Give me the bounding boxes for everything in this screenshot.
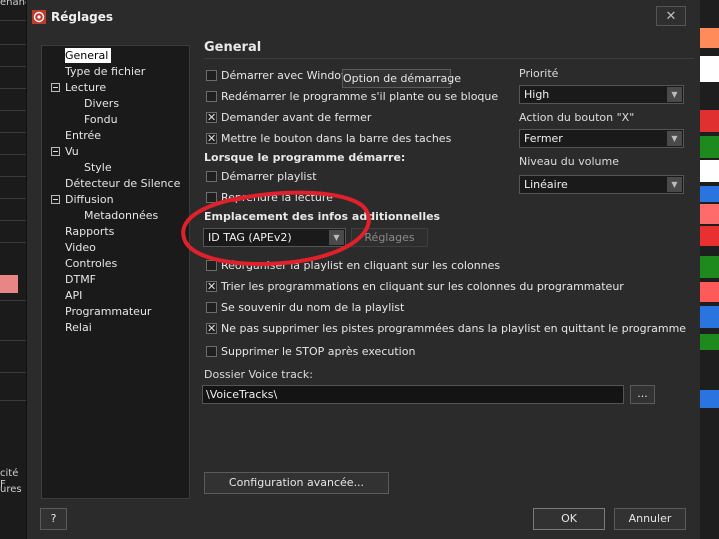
- background-left-panel: enane cité F ures: [0, 0, 31, 539]
- browse-folder-button[interactable]: ...: [630, 385, 655, 404]
- background-color-block: [699, 186, 719, 202]
- collapse-toggle-icon[interactable]: [51, 83, 60, 92]
- priority-value: High: [524, 88, 550, 101]
- background-color-block: [699, 204, 719, 224]
- extra-info-heading: Emplacement des infos additionnelles: [204, 210, 441, 223]
- background-color-block: [699, 110, 719, 132]
- help-button[interactable]: ?: [40, 508, 67, 530]
- background-color-block: [699, 136, 719, 158]
- chevron-down-icon: ▼: [667, 177, 682, 192]
- tree-item-programmateur[interactable]: Programmateur: [65, 304, 151, 319]
- keep-programmed-tracks-checkbox[interactable]: ✕: [206, 323, 217, 334]
- background-color-block: [699, 256, 719, 278]
- dialog-title: Réglages: [51, 10, 114, 24]
- tree-item-style[interactable]: Style: [84, 160, 112, 175]
- remember-playlist-label: Se souvenir du nom de la playlist: [221, 301, 405, 314]
- tree-item-fondu[interactable]: Fondu: [84, 112, 118, 127]
- background-color-block: [699, 390, 719, 408]
- priority-select[interactable]: High ▼: [519, 85, 684, 104]
- advanced-config-button[interactable]: Configuration avancée...: [204, 472, 389, 494]
- start-playlist-label: Démarrer playlist: [221, 170, 317, 183]
- background-color-block: [699, 0, 719, 28]
- background-color-block: [699, 160, 719, 182]
- background-color-block: [699, 226, 719, 246]
- tree-item-divers[interactable]: Divers: [84, 96, 119, 111]
- extra-info-location-value: ID TAG (APEv2): [208, 231, 292, 244]
- tree-item-vu[interactable]: Vu: [65, 144, 79, 159]
- reorganize-playlist-label: Réorganiser la playlist en cliquant sur …: [221, 259, 501, 272]
- voice-track-folder-label: Dossier Voice track:: [204, 368, 313, 381]
- resume-playback-checkbox[interactable]: [206, 192, 217, 203]
- settings-navigation-tree: General Type de fichier Lecture Divers F…: [41, 45, 190, 499]
- collapse-toggle-icon[interactable]: [51, 147, 60, 156]
- ask-before-close-checkbox[interactable]: ✕: [206, 112, 217, 123]
- tree-item-detecteur-de-silence[interactable]: Détecteur de Silence: [65, 176, 180, 191]
- start-playlist-checkbox[interactable]: [206, 171, 217, 182]
- dialog-titlebar: Réglages ✕: [27, 0, 700, 34]
- tree-item-type-de-fichier[interactable]: Type de fichier: [65, 64, 145, 79]
- tree-item-lecture[interactable]: Lecture: [65, 80, 106, 95]
- tree-item-dtmf[interactable]: DTMF: [65, 272, 96, 287]
- tree-item-relai[interactable]: Relai: [65, 320, 92, 335]
- remember-playlist-checkbox[interactable]: [206, 302, 217, 313]
- tree-item-rapports[interactable]: Rapports: [65, 224, 114, 239]
- app-logo-icon: [32, 10, 46, 24]
- voice-track-folder-input[interactable]: \VoiceTracks\: [202, 385, 624, 404]
- taskbar-button-label: Mettre le bouton dans la barre des tache…: [221, 132, 452, 145]
- settings-dialog: Réglages ✕ General Type de fichier Lectu…: [26, 0, 700, 539]
- restart-on-crash-checkbox[interactable]: [206, 91, 217, 102]
- sort-programs-checkbox[interactable]: ✕: [206, 281, 217, 292]
- keep-programmed-tracks-label: Ne pas supprimer les pistes programmées …: [221, 322, 687, 335]
- ask-before-close-label: Demander avant de fermer: [221, 111, 372, 124]
- tree-item-controles[interactable]: Controles: [65, 256, 117, 271]
- close-button[interactable]: ✕: [656, 6, 686, 26]
- start-with-windows-checkbox[interactable]: [206, 70, 217, 81]
- volume-level-value: Linéaire: [524, 178, 568, 191]
- reorganize-playlist-checkbox[interactable]: [206, 260, 217, 271]
- extra-info-location-select[interactable]: ID TAG (APEv2) ▼: [203, 228, 346, 247]
- background-color-block: [699, 56, 719, 82]
- volume-level-label: Niveau du volume: [519, 155, 619, 168]
- tree-item-api[interactable]: API: [65, 288, 82, 303]
- priority-label: Priorité: [519, 67, 559, 80]
- resume-playback-label: Reprendre la lecture: [221, 191, 333, 204]
- section-title: General: [204, 40, 262, 55]
- background-highlight-row: [0, 275, 18, 293]
- chevron-down-icon: ▼: [329, 230, 344, 245]
- start-options-button[interactable]: Option de démarrage: [342, 69, 461, 88]
- ok-button[interactable]: OK: [533, 508, 605, 530]
- start-with-windows-label: Démarrer avec Windows: [221, 69, 356, 82]
- background-color-block: [699, 306, 719, 328]
- voice-track-folder-value: \VoiceTracks\: [206, 388, 278, 401]
- x-button-action-value: Fermer: [524, 132, 563, 145]
- x-button-action-select[interactable]: Fermer ▼: [519, 129, 684, 148]
- background-color-block: [699, 28, 719, 48]
- collapse-toggle-icon[interactable]: [51, 195, 60, 204]
- restart-on-crash-label: Redémarrer le programme s'il plante ou s…: [221, 90, 499, 103]
- chevron-down-icon: ▼: [667, 87, 682, 102]
- sort-programs-label: Trier les programmations en cliquant sur…: [221, 280, 624, 293]
- background-color-block: [699, 334, 719, 350]
- background-color-block: [699, 86, 719, 108]
- chevron-down-icon: ▼: [667, 131, 682, 146]
- background-text: ures: [0, 484, 22, 495]
- taskbar-button-checkbox[interactable]: ✕: [206, 133, 217, 144]
- tree-item-metadonnees[interactable]: Metadonnées: [84, 208, 158, 223]
- volume-level-select[interactable]: Linéaire ▼: [519, 175, 684, 194]
- cancel-button[interactable]: Annuler: [614, 508, 686, 530]
- remove-stop-label: Supprimer le STOP après execution: [221, 345, 416, 358]
- tree-item-video[interactable]: Video: [65, 240, 96, 255]
- x-button-action-label: Action du bouton "X": [519, 111, 635, 124]
- section-divider: [204, 58, 694, 59]
- extra-info-settings-button[interactable]: Réglages: [351, 228, 428, 247]
- remove-stop-checkbox[interactable]: [206, 346, 217, 357]
- tree-item-entree[interactable]: Entrée: [65, 128, 101, 143]
- tree-item-general[interactable]: General: [65, 48, 112, 63]
- background-color-block: [699, 282, 719, 302]
- on-start-heading: Lorsque le programme démarre:: [204, 151, 406, 164]
- tree-item-diffusion[interactable]: Diffusion: [65, 192, 114, 207]
